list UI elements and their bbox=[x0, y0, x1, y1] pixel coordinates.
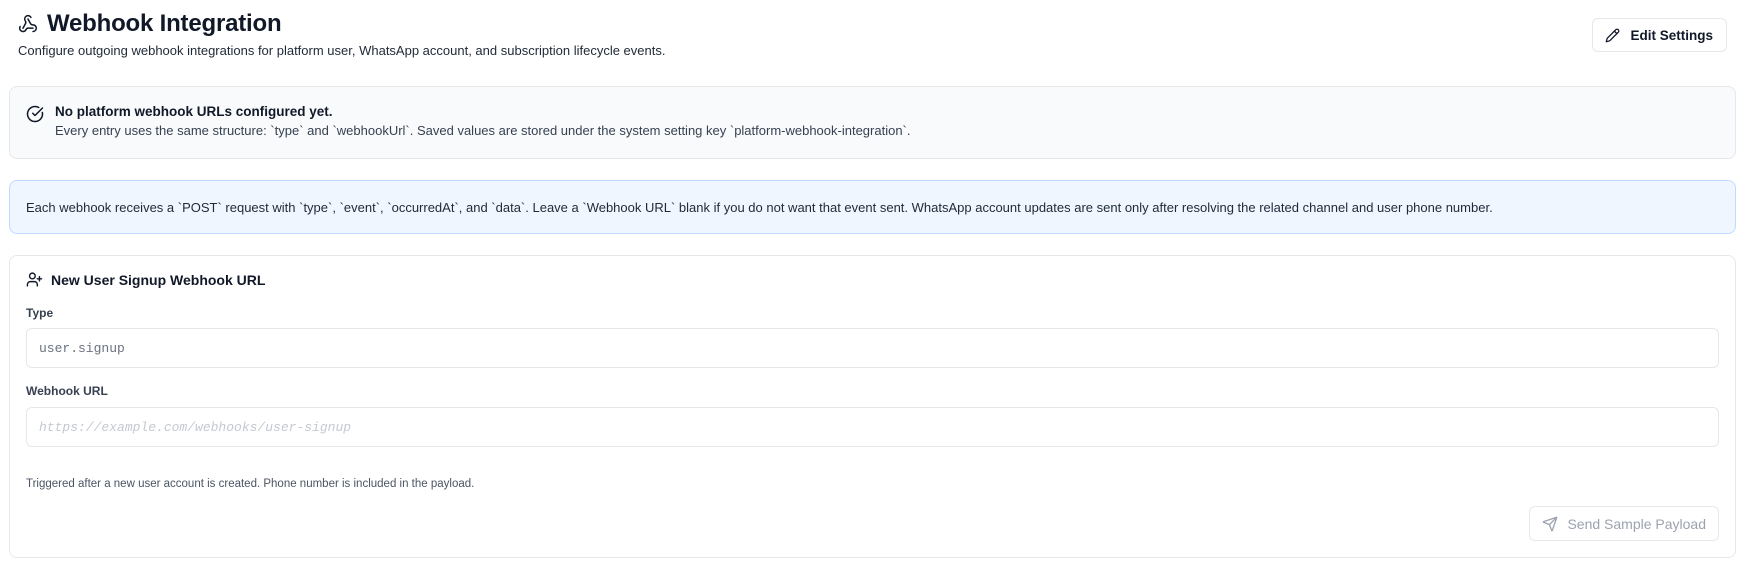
status-alert-description: Every entry uses the same structure: `ty… bbox=[55, 123, 911, 138]
send-icon bbox=[1542, 516, 1558, 532]
send-sample-payload-label: Send Sample Payload bbox=[1567, 515, 1706, 532]
status-alert: No platform webhook URLs configured yet.… bbox=[9, 86, 1736, 159]
webhook-integration-page: Webhook Integration Configure outgoing w… bbox=[0, 0, 1745, 571]
page-title: Webhook Integration bbox=[47, 10, 282, 37]
type-label: Type bbox=[26, 306, 54, 320]
edit-settings-button[interactable]: Edit Settings bbox=[1592, 18, 1727, 52]
page-subtitle: Configure outgoing webhook integrations … bbox=[18, 43, 666, 58]
pencil-icon bbox=[1605, 28, 1620, 43]
send-sample-payload-button[interactable]: Send Sample Payload bbox=[1529, 506, 1719, 541]
check-circle-icon bbox=[26, 105, 44, 123]
status-alert-body: No platform webhook URLs configured yet.… bbox=[55, 103, 911, 158]
title-row: Webhook Integration bbox=[18, 10, 282, 38]
type-field[interactable] bbox=[26, 328, 1719, 368]
edit-settings-label: Edit Settings bbox=[1630, 27, 1713, 43]
info-alert: Each webhook receives a `POST` request w… bbox=[9, 180, 1736, 234]
signup-webhook-card: New User Signup Webhook URL Type Webhook… bbox=[9, 255, 1736, 558]
webhook-icon bbox=[18, 14, 38, 34]
status-alert-title: No platform webhook URLs configured yet. bbox=[55, 104, 333, 119]
card-title: New User Signup Webhook URL bbox=[51, 271, 266, 288]
info-alert-text: Each webhook receives a `POST` request w… bbox=[26, 199, 1493, 215]
help-text: Triggered after a new user account is cr… bbox=[26, 478, 475, 490]
user-plus-icon bbox=[26, 271, 43, 288]
page-header: Webhook Integration Configure outgoing w… bbox=[9, 0, 1736, 78]
webhook-url-input[interactable] bbox=[26, 407, 1719, 447]
webhook-url-label: Webhook URL bbox=[26, 384, 108, 398]
card-header: New User Signup Webhook URL bbox=[26, 271, 265, 288]
